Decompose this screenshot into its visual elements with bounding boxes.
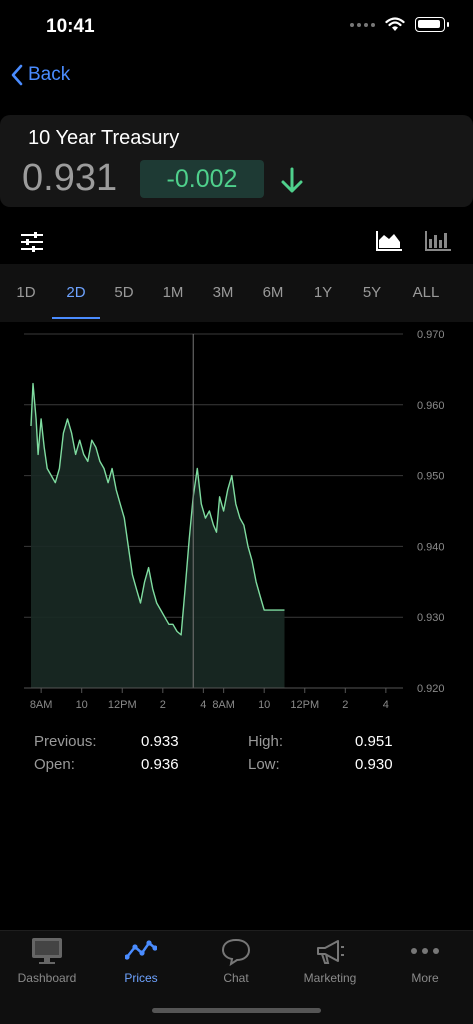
range-tab-all[interactable]: ALL	[396, 264, 456, 322]
y-tick-label: 0.950	[417, 471, 445, 483]
y-tick-label: 0.960	[417, 400, 445, 412]
x-tick-label: 4	[200, 699, 206, 711]
arrow-down-icon	[281, 167, 303, 193]
tab-label: Prices	[124, 971, 158, 985]
tab-chat[interactable]: Chat	[189, 931, 283, 995]
back-label: Back	[28, 64, 71, 85]
x-tick-label: 2	[342, 699, 348, 711]
range-tab-1d[interactable]: 1D	[0, 264, 52, 322]
price-chart[interactable]: 0.970 0.960 0.950 0.940 0.930 0.920 8AM 10 12PM 2…	[0, 322, 473, 722]
x-tick-label: 12PM	[108, 699, 137, 711]
range-tab-5y[interactable]: 5Y	[348, 264, 396, 322]
chat-bubbles-icon	[221, 938, 251, 967]
previous-value: 0.933	[141, 733, 179, 750]
x-tick-label: 12PM	[290, 699, 319, 711]
tab-dashboard[interactable]: Dashboard	[0, 931, 94, 995]
high-label: High:	[248, 733, 284, 750]
chart-toolbar	[0, 220, 473, 262]
range-tab-5d[interactable]: 5D	[100, 264, 148, 322]
x-tick-label: 10	[258, 699, 270, 711]
y-tick-label: 0.920	[417, 683, 445, 695]
range-tab-1y[interactable]: 1Y	[298, 264, 348, 322]
range-tab-1m[interactable]: 1M	[148, 264, 198, 322]
range-tab-2d[interactable]: 2D	[52, 264, 100, 322]
x-tick-label: 8AM	[212, 699, 235, 711]
x-tick-label: 4	[383, 699, 389, 711]
status-icons	[350, 17, 449, 32]
open-label: Open:	[34, 756, 75, 773]
tab-label: More	[411, 971, 439, 985]
y-tick-label: 0.940	[417, 541, 445, 553]
time-range-tabs: 1D 2D 5D 1M 3M 6M 1Y 5Y ALL	[0, 264, 473, 322]
nav-bar: Back	[0, 54, 473, 102]
trend-line-icon	[125, 940, 157, 960]
chevron-left-icon	[11, 64, 23, 86]
bar-chart-icon[interactable]	[424, 230, 452, 252]
instrument-title: 10 Year Treasury	[28, 127, 180, 149]
monitor-icon	[32, 938, 62, 964]
megaphone-icon	[317, 940, 344, 964]
low-label: Low:	[248, 756, 280, 773]
quote-card: 10 Year Treasury 0.931 -0.002	[0, 115, 473, 207]
low-value: 0.930	[355, 756, 393, 773]
home-indicator	[152, 1008, 321, 1013]
open-value: 0.936	[141, 756, 179, 773]
status-bar: 10:41	[0, 0, 473, 54]
battery-icon	[415, 17, 449, 32]
wifi-icon	[385, 17, 405, 31]
x-tick-label: 8AM	[30, 699, 53, 711]
tab-label: Dashboard	[17, 971, 77, 985]
tab-more[interactable]: More	[378, 931, 472, 995]
cellular-icon	[350, 22, 375, 27]
price-stats: Previous: 0.933 High: 0.951 Open: 0.936 …	[0, 730, 473, 780]
high-value: 0.951	[355, 733, 393, 750]
current-price: 0.931	[22, 157, 118, 199]
previous-label: Previous:	[34, 733, 97, 750]
back-button[interactable]: Back	[10, 64, 70, 86]
tab-label: Marketing	[303, 971, 357, 985]
tab-prices[interactable]: Prices	[94, 931, 188, 995]
range-tab-3m[interactable]: 3M	[198, 264, 248, 322]
area-chart-icon[interactable]	[375, 230, 403, 252]
more-dots-icon	[411, 948, 439, 954]
range-tab-6m[interactable]: 6M	[248, 264, 298, 322]
x-tick-label: 2	[160, 699, 166, 711]
tab-label: Chat	[223, 971, 249, 985]
status-time: 10:41	[46, 16, 95, 37]
x-tick-label: 10	[76, 699, 88, 711]
price-change-badge: -0.002	[140, 160, 264, 198]
tab-marketing[interactable]: Marketing	[283, 931, 377, 995]
sliders-icon[interactable]	[20, 232, 44, 252]
y-tick-label: 0.930	[417, 612, 445, 624]
y-tick-label: 0.970	[417, 329, 445, 341]
